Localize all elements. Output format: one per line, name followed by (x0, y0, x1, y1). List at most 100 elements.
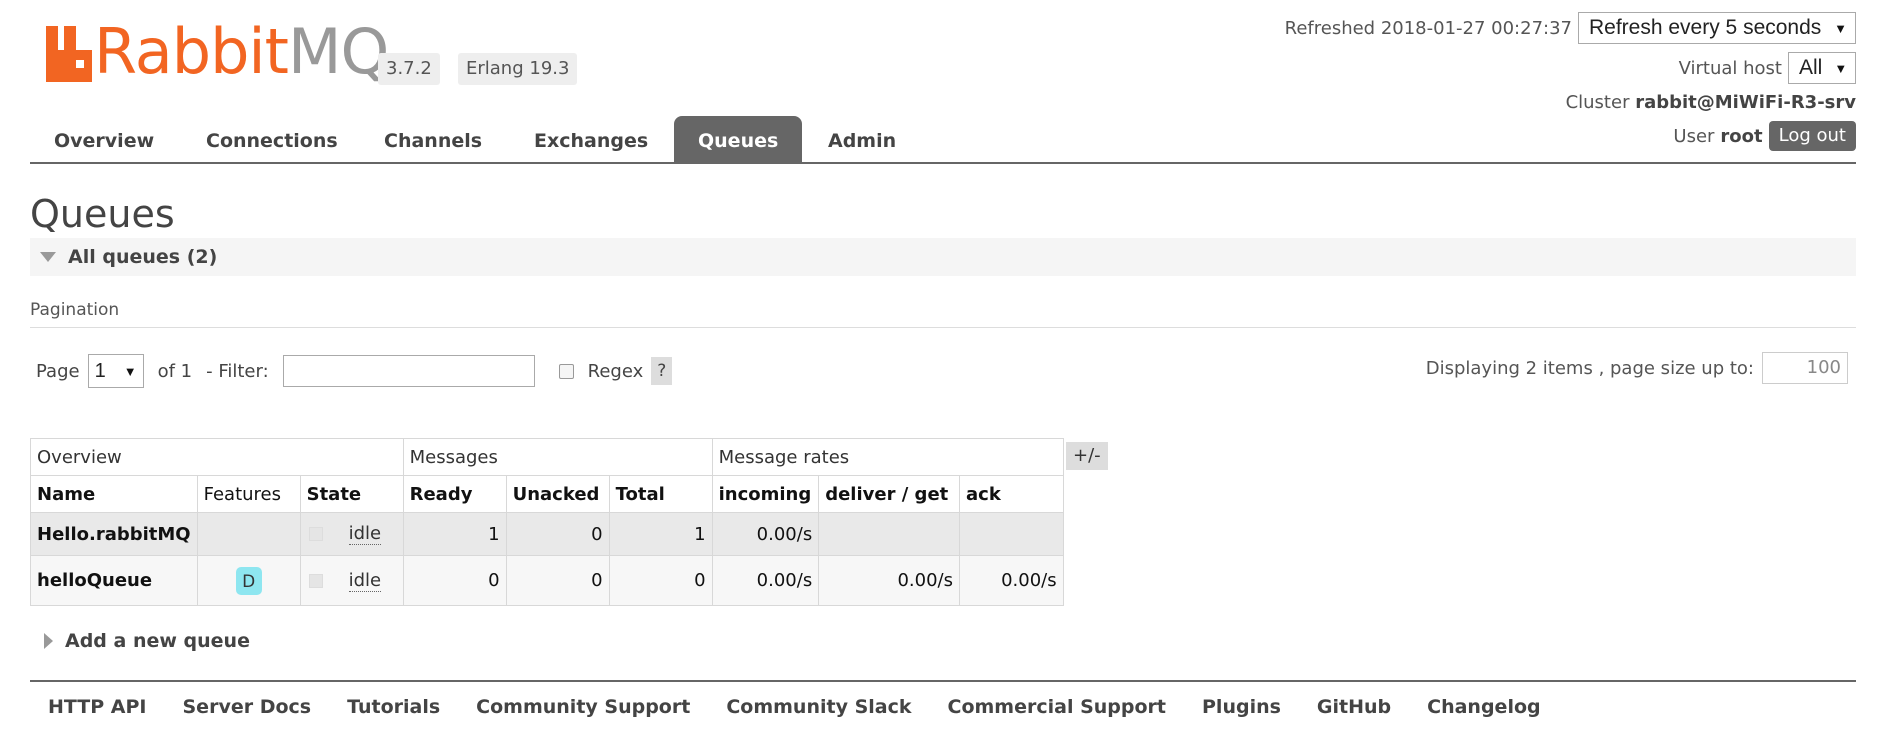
chevron-down-icon: ▼ (1834, 20, 1847, 36)
state-indicator-icon (308, 527, 323, 541)
durable-badge: D (235, 566, 262, 595)
main-nav-tabs: Overview Connections Channels Exchanges … (30, 116, 1856, 164)
col-features: Features (196, 475, 301, 513)
refresh-row: Refreshed 2018-01-27 00:27:37 Refresh ev… (1285, 12, 1856, 44)
queue-ack: 0.00/s (959, 555, 1064, 606)
triangle-right-icon (44, 633, 53, 649)
queue-unacked: 0 (505, 555, 610, 606)
cluster-name: rabbit@MiWiFi-R3-srv (1635, 92, 1856, 113)
page-select-value: 1 (94, 359, 106, 382)
state-indicator-icon (308, 573, 323, 588)
queue-ready: 0 (402, 555, 507, 606)
queue-features (196, 512, 301, 556)
regex-checkbox[interactable] (558, 363, 574, 379)
refreshed-label: Refreshed 2018-01-27 00:27:37 (1284, 17, 1572, 39)
group-message-rates: Message rates (711, 438, 1064, 476)
col-incoming[interactable]: incoming (711, 475, 820, 513)
tab-admin[interactable]: Admin (804, 116, 920, 164)
state-label: idle (348, 569, 382, 592)
chevron-down-icon: ▼ (1834, 60, 1848, 76)
group-messages: Messages (402, 438, 713, 476)
version-badge: 3.7.2 (378, 53, 440, 85)
rabbitmq-logo[interactable]: RabbitMQ TM (46, 21, 405, 83)
section-title: All queues (2) (68, 246, 218, 268)
column-toggle-button[interactable]: +/- (1066, 442, 1108, 470)
pagination-controls: Page 1 ▼ of 1 - Filter: Regex ? (36, 354, 673, 388)
col-name[interactable]: Name (30, 475, 198, 513)
tab-overview[interactable]: Overview (30, 116, 178, 164)
rabbit-logo-icon (46, 26, 92, 82)
queue-ack (959, 512, 1064, 556)
queue-deliver-get (818, 512, 960, 556)
footer-link-github[interactable]: GitHub (1317, 696, 1391, 718)
table-row: Hello.rabbitMQ idle 1 0 1 0.00/s (30, 512, 1064, 556)
state-label: idle (348, 523, 382, 545)
tab-channels[interactable]: Channels (360, 116, 506, 164)
cluster-row: Cluster rabbit@MiWiFi-R3-srv (1566, 92, 1856, 113)
logo-text-rabbit: Rabbit (94, 15, 289, 88)
queue-total: 1 (608, 512, 713, 556)
refresh-select-value: Refresh every 5 seconds (1589, 16, 1822, 39)
col-total[interactable]: Total (608, 475, 713, 513)
col-ack[interactable]: ack (959, 475, 1064, 513)
queue-name-link[interactable]: Hello.rabbitMQ (30, 512, 198, 556)
col-state[interactable]: State (299, 475, 404, 513)
page-size-input[interactable]: 100 (1762, 352, 1848, 384)
vhost-row: Virtual host All ▼ (1679, 52, 1856, 84)
displaying-info: Displaying 2 items , page size up to: 10… (1426, 352, 1848, 384)
footer-link-changelog[interactable]: Changelog (1427, 696, 1540, 718)
group-overview: Overview (30, 438, 404, 476)
logo-text-mq: MQ (287, 15, 389, 88)
queue-total: 0 (608, 555, 713, 606)
footer-link-http-api[interactable]: HTTP API (48, 696, 147, 718)
vhost-label: Virtual host (1678, 57, 1782, 79)
footer-link-community-slack[interactable]: Community Slack (726, 696, 911, 718)
page-of-label: of 1 (157, 360, 193, 382)
vhost-select[interactable]: All ▼ (1788, 52, 1856, 84)
vhost-select-value: All (1799, 56, 1823, 79)
footer-link-server-docs[interactable]: Server Docs (183, 696, 312, 718)
pagination-header: Pagination (30, 300, 1856, 328)
queue-incoming: 0.00/s (711, 512, 820, 556)
queue-ready: 1 (402, 512, 507, 556)
table-row: helloQueue D idle 0 0 0 0.00/s 0.00/s 0.… (30, 555, 1064, 606)
queue-name-link[interactable]: helloQueue (30, 555, 198, 606)
cluster-label: Cluster (1565, 92, 1630, 113)
queue-incoming: 0.00/s (711, 555, 820, 606)
erlang-badge: Erlang 19.3 (458, 53, 578, 85)
add-queue-label: Add a new queue (65, 630, 250, 652)
footer: HTTP API Server Docs Tutorials Community… (30, 680, 1856, 718)
page-label: Page (36, 360, 80, 382)
queue-features: D (196, 555, 301, 606)
page-title: Queues (30, 192, 175, 236)
page-select[interactable]: 1 ▼ (87, 354, 144, 388)
tab-connections[interactable]: Connections (182, 116, 362, 164)
refresh-interval-select[interactable]: Refresh every 5 seconds ▼ (1578, 12, 1856, 44)
queues-table: Overview Messages Message rates Name Fea… (30, 438, 1064, 606)
add-queue-section-toggle[interactable]: Add a new queue (30, 630, 250, 652)
regex-help-button[interactable]: ? (651, 357, 673, 385)
displaying-label: Displaying 2 items , page size up to: (1425, 357, 1754, 379)
tab-queues[interactable]: Queues (674, 116, 803, 164)
filter-input[interactable] (282, 355, 535, 387)
col-deliver-get[interactable]: deliver / get (818, 475, 960, 513)
col-unacked[interactable]: Unacked (505, 475, 610, 513)
queue-unacked: 0 (505, 512, 610, 556)
tab-exchanges[interactable]: Exchanges (510, 116, 672, 164)
footer-link-plugins[interactable]: Plugins (1202, 696, 1281, 718)
queue-state: idle (299, 555, 404, 606)
chevron-down-icon: ▼ (123, 363, 137, 379)
footer-link-tutorials[interactable]: Tutorials (347, 696, 440, 718)
table-group-header: Overview Messages Message rates (30, 438, 1064, 476)
filter-label: - Filter: (206, 360, 269, 382)
rabbitmq-management-page: RabbitMQ TM 3.7.2 Erlang 19.3 Refreshed … (0, 0, 1880, 740)
all-queues-section-toggle[interactable]: All queues (2) (30, 238, 1856, 276)
queue-deliver-get: 0.00/s (818, 555, 960, 606)
triangle-down-icon (40, 252, 56, 262)
col-ready[interactable]: Ready (402, 475, 507, 513)
table-column-header: Name Features State Ready Unacked Total … (30, 475, 1064, 513)
footer-link-commercial-support[interactable]: Commercial Support (948, 696, 1167, 718)
footer-link-community-support[interactable]: Community Support (476, 696, 690, 718)
queue-state: idle (299, 512, 404, 556)
regex-label: Regex (587, 360, 644, 382)
